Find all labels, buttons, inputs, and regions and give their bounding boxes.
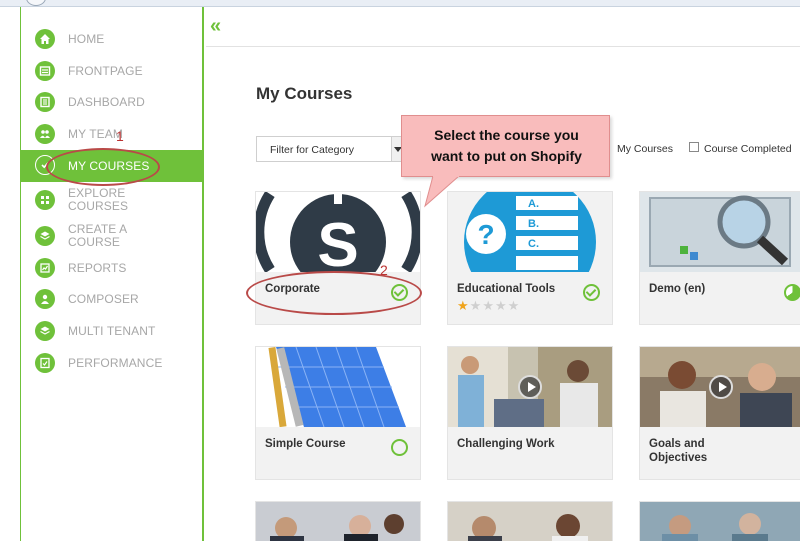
- course-title: Educational Tools: [457, 283, 556, 295]
- svg-text:?: ?: [477, 219, 494, 250]
- course-card-row3-2[interactable]: [447, 501, 613, 541]
- sidebar-item-label: EXPLORE COURSES: [68, 186, 129, 213]
- sidebar-item-my-team[interactable]: MY TEAM: [21, 119, 203, 149]
- course-title: Goals and Objectives: [649, 438, 708, 464]
- annotation-ellipse-1: [46, 148, 160, 186]
- explore-icon: [35, 190, 55, 210]
- sidebar-item-label: COMPOSER: [68, 292, 139, 306]
- course-title: Simple Course: [265, 438, 346, 450]
- performance-icon: [35, 353, 55, 373]
- composer-icon: [35, 289, 55, 309]
- page-title: My Courses: [256, 84, 353, 103]
- course-title: Challenging Work: [457, 438, 555, 450]
- course-card-goals-objectives[interactable]: Goals and Objectives: [639, 346, 800, 480]
- course-card-demo[interactable]: Demo (en): [639, 191, 800, 325]
- my-courses-filter-link[interactable]: My Courses: [617, 143, 673, 155]
- browser-top-strip: [0, 0, 800, 7]
- create-course-icon: [35, 226, 55, 246]
- sidebar-item-label: DASHBOARD: [68, 95, 145, 109]
- sidebar-item-performance[interactable]: PERFORMANCE: [21, 348, 203, 378]
- sidebar-item-explore-courses[interactable]: EXPLORE COURSES: [21, 185, 203, 215]
- course-title: Demo (en): [649, 283, 706, 295]
- star-filled-icon: ★: [457, 298, 470, 313]
- sidebar-item-reports[interactable]: REPORTS: [21, 253, 203, 283]
- svg-text:B.: B.: [528, 218, 539, 230]
- svg-text:A.: A.: [528, 198, 539, 210]
- course-card-row3-1[interactable]: [255, 501, 421, 541]
- annotation-number-2: 2: [380, 262, 388, 278]
- callout-pointer: [424, 176, 460, 208]
- course-completed-label: Course Completed: [704, 143, 792, 155]
- callout-line-2: want to put on Shopify: [431, 148, 582, 164]
- course-thumbnail: [448, 502, 612, 541]
- reports-icon: [35, 258, 55, 278]
- sidebar-item-label: PERFORMANCE: [68, 356, 163, 370]
- annotation-number-1: 1: [116, 128, 124, 144]
- rating-stars: ★★★★★: [457, 298, 520, 314]
- callout-line-1: Select the course you: [434, 127, 579, 143]
- callout-text: Select the course you want to put on Sho…: [402, 125, 611, 167]
- sidebar-item-label: MY TEAM: [68, 127, 123, 141]
- team-icon: [35, 124, 55, 144]
- collapse-sidebar-icon[interactable]: «: [210, 16, 221, 36]
- logo-fragment: [26, 0, 46, 6]
- svg-text:S: S: [317, 211, 358, 272]
- svg-text:C.: C.: [528, 238, 539, 250]
- sidebar-item-label: CREATE A COURSE: [68, 222, 127, 249]
- course-thumbnail: S: [256, 192, 420, 272]
- frontpage-icon: [35, 61, 55, 81]
- content-header: «: [206, 7, 800, 47]
- course-thumbnail: ? A. B. C.: [448, 192, 612, 272]
- course-thumbnail: [640, 347, 800, 427]
- star-empty-icon: ★: [507, 298, 521, 313]
- home-icon: [35, 29, 55, 49]
- play-video-icon[interactable]: [518, 375, 542, 399]
- sidebar-item-multi-tenant[interactable]: MULTI TENANT: [21, 316, 203, 346]
- star-empty-icon: ★: [469, 298, 483, 313]
- course-thumbnail: [640, 502, 800, 541]
- progress-pie-icon: [784, 284, 800, 301]
- course-thumbnail: [640, 192, 800, 272]
- course-card-simple-course[interactable]: Simple Course: [255, 346, 421, 480]
- completed-check-icon: [583, 284, 600, 301]
- play-video-icon[interactable]: [708, 375, 733, 399]
- annotation-ellipse-2: [246, 271, 422, 315]
- not-started-circle-icon: [391, 439, 408, 456]
- sidebar-item-dashboard[interactable]: DASHBOARD: [21, 87, 203, 117]
- sidebar-item-label: HOME: [68, 32, 105, 46]
- instruction-callout: Select the course you want to put on Sho…: [401, 115, 610, 177]
- course-thumbnail: [256, 347, 420, 427]
- course-thumbnail: [256, 502, 420, 541]
- sidebar-item-frontpage[interactable]: FRONTPAGE: [21, 56, 203, 86]
- course-completed-checkbox[interactable]: [689, 142, 699, 152]
- category-filter-select[interactable]: Filter for Category: [256, 136, 404, 162]
- sidebar: HOME FRONTPAGE DASHBOARD MY TEAM MY COUR…: [20, 7, 204, 541]
- sidebar-item-label: MULTI TENANT: [68, 324, 156, 338]
- sidebar-item-composer[interactable]: COMPOSER: [21, 284, 203, 314]
- course-card-challenging-work[interactable]: Challenging Work: [447, 346, 613, 480]
- category-filter-placeholder: Filter for Category: [270, 144, 355, 156]
- sidebar-item-label: FRONTPAGE: [68, 64, 143, 78]
- star-empty-icon: ★: [494, 298, 508, 313]
- sidebar-item-home[interactable]: HOME: [21, 24, 203, 54]
- course-card-row3-3[interactable]: [639, 501, 800, 541]
- course-thumbnail: [448, 347, 612, 427]
- sidebar-item-create-course[interactable]: CREATE A COURSE: [21, 221, 203, 251]
- course-card-educational-tools[interactable]: ? A. B. C. Educational Tools ★★★★★: [447, 191, 613, 325]
- star-empty-icon: ★: [482, 298, 495, 313]
- sidebar-item-label: REPORTS: [68, 261, 127, 275]
- multi-tenant-icon: [35, 321, 55, 341]
- dashboard-icon: [35, 92, 55, 112]
